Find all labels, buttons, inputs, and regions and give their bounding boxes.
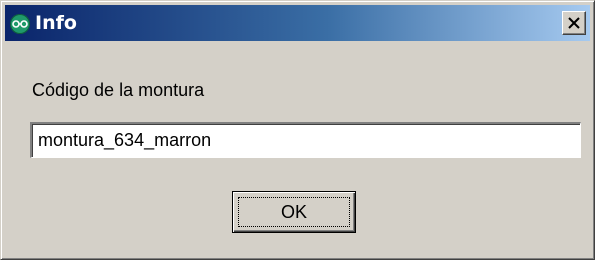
window-title: Info — [35, 12, 77, 34]
glasses-icon — [10, 14, 30, 34]
info-dialog: Info Código de la montura OK — [0, 0, 595, 260]
ok-button[interactable]: OK — [232, 191, 356, 233]
close-button[interactable] — [562, 11, 586, 35]
frame-code-label: Código de la montura — [32, 80, 205, 100]
ok-button-label: OK — [280, 202, 307, 222]
frame-code-input[interactable] — [30, 122, 581, 158]
title-bar[interactable]: Info — [5, 5, 590, 41]
close-icon — [568, 17, 580, 29]
